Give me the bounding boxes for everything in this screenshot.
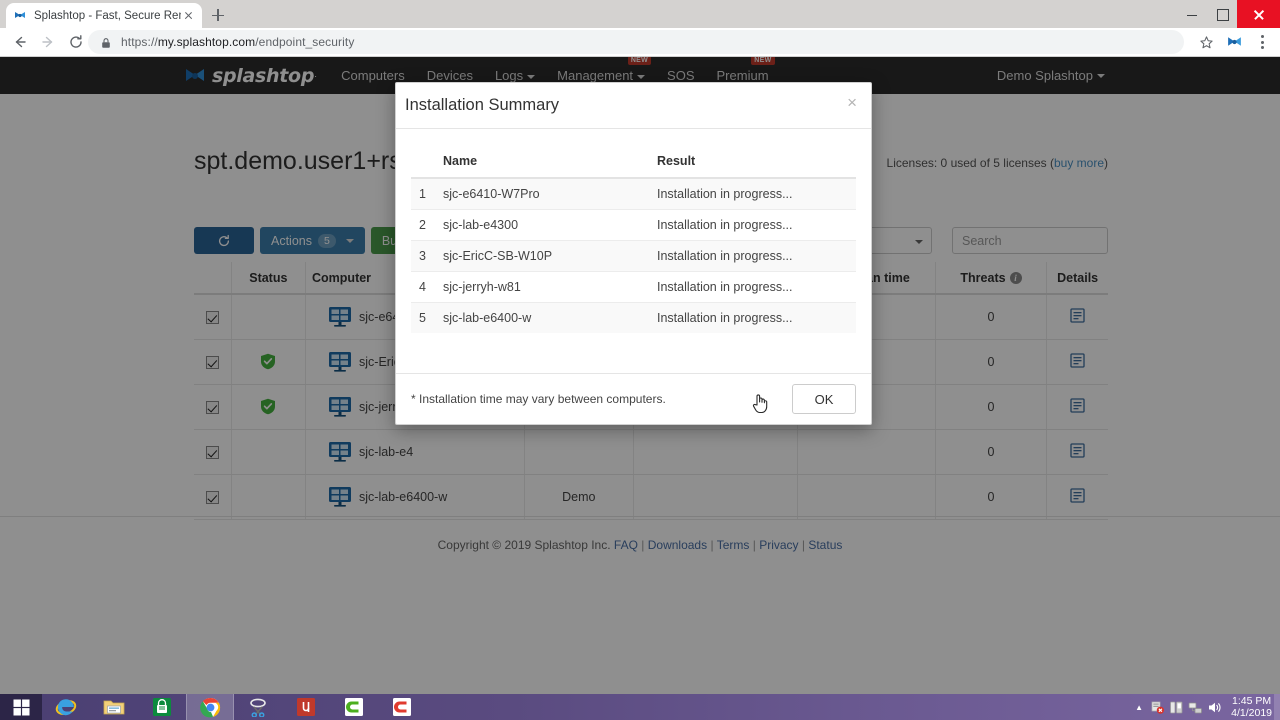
row-index: 4: [411, 272, 443, 303]
browser-window: Splashtop - Fast, Secure Remote https:: [0, 0, 1280, 720]
camtasia-green-icon[interactable]: [330, 694, 378, 720]
toolbar-right-icons: [1192, 28, 1276, 56]
row-result: Installation in progress...: [657, 241, 856, 272]
url-domain: my.splashtop.com: [158, 35, 255, 49]
clock-date: 4/1/2019: [1231, 707, 1272, 719]
row-result: Installation in progress...: [657, 303, 856, 334]
reload-icon[interactable]: [62, 28, 90, 56]
url-path: /endpoint_security: [255, 35, 354, 49]
internet-explorer-icon[interactable]: [42, 694, 90, 720]
browser-tab[interactable]: Splashtop - Fast, Secure Remote: [6, 3, 202, 28]
row-name: sjc-lab-e6400-w: [443, 303, 657, 334]
security-icon[interactable]: [1148, 694, 1167, 720]
minimize-button[interactable]: [1177, 0, 1207, 28]
browser-titlebar: Splashtop - Fast, Secure Remote: [0, 0, 1280, 28]
network-icon[interactable]: [1186, 694, 1205, 720]
ok-label: OK: [815, 392, 834, 407]
chrome-menu-icon[interactable]: [1248, 28, 1276, 56]
dialog-title: Installation Summary: [405, 96, 559, 115]
list-item: 4 sjc-jerryh-w81 Installation in progres…: [411, 272, 856, 303]
row-name: sjc-jerryh-w81: [443, 272, 657, 303]
volume-icon[interactable]: [1205, 694, 1224, 720]
tab-title: Splashtop - Fast, Secure Remote: [34, 9, 181, 23]
maximize-button[interactable]: [1207, 0, 1237, 28]
results-header-row: Name Result: [411, 145, 856, 178]
lock-icon: [100, 36, 112, 48]
mouse-cursor-pointer: [752, 392, 770, 414]
dialog-header: Installation Summary ×: [396, 83, 871, 129]
th-result: Result: [657, 145, 856, 178]
row-index: 2: [411, 210, 443, 241]
window-close-button[interactable]: [1237, 0, 1280, 28]
installation-note: * Installation time may vary between com…: [411, 392, 666, 406]
forward-icon[interactable]: [34, 28, 62, 56]
show-desktop-button[interactable]: [1274, 694, 1280, 720]
snipping-tool-icon[interactable]: [234, 694, 282, 720]
row-name: sjc-EricC-SB-W10P: [443, 241, 657, 272]
results-table-body: 1 sjc-e6410-W7Pro Installation in progre…: [411, 178, 856, 333]
taskbar-clock[interactable]: 1:45 PM 4/1/2019: [1231, 695, 1272, 719]
row-index: 5: [411, 303, 443, 334]
devices-icon[interactable]: [1167, 694, 1186, 720]
list-item: 5 sjc-lab-e6400-w Installation in progre…: [411, 303, 856, 334]
new-tab-button[interactable]: [208, 5, 228, 25]
list-item: 3 sjc-EricC-SB-W10P Installation in prog…: [411, 241, 856, 272]
url-protocol: https://: [121, 35, 158, 49]
th-index: [411, 145, 443, 178]
row-result: Installation in progress...: [657, 210, 856, 241]
system-tray: ▲: [1136, 694, 1280, 720]
list-item: 1 sjc-e6410-W7Pro Installation in progre…: [411, 178, 856, 210]
windows-taskbar: ▲: [0, 694, 1280, 720]
url-text: https://my.splashtop.com/endpoint_securi…: [121, 35, 354, 49]
camtasia-red-icon[interactable]: [378, 694, 426, 720]
store-icon[interactable]: [138, 694, 186, 720]
row-index: 1: [411, 178, 443, 210]
address-bar[interactable]: https://my.splashtop.com/endpoint_securi…: [88, 30, 1184, 54]
results-table-head: Name Result: [411, 145, 856, 178]
installation-results-table: Name Result 1 sjc-e6410-W7Pro Installati…: [411, 145, 856, 333]
ok-button[interactable]: OK: [792, 384, 856, 414]
row-name: sjc-e6410-W7Pro: [443, 178, 657, 210]
list-item: 2 sjc-lab-e4300 Installation in progress…: [411, 210, 856, 241]
show-hidden-icons[interactable]: ▲: [1136, 694, 1142, 720]
th-name: Name: [443, 145, 657, 178]
installation-summary-dialog: Installation Summary × Name Result 1 sjc…: [395, 82, 872, 425]
row-index: 3: [411, 241, 443, 272]
row-result: Installation in progress...: [657, 272, 856, 303]
close-icon[interactable]: [181, 8, 196, 23]
file-explorer-icon[interactable]: [90, 694, 138, 720]
splashtop-favicon: [12, 8, 28, 24]
windows-start-icon[interactable]: [0, 694, 42, 720]
row-result: Installation in progress...: [657, 178, 856, 210]
app-red-icon[interactable]: [282, 694, 330, 720]
bookmark-star-icon[interactable]: [1192, 28, 1220, 56]
window-controls: [1177, 0, 1280, 28]
back-icon[interactable]: [6, 28, 34, 56]
row-name: sjc-lab-e4300: [443, 210, 657, 241]
chrome-icon[interactable]: [186, 694, 234, 720]
clock-time: 1:45 PM: [1231, 695, 1272, 707]
dialog-body: Name Result 1 sjc-e6410-W7Pro Installati…: [396, 129, 871, 375]
close-icon[interactable]: ×: [847, 94, 857, 111]
dialog-footer: * Installation time may vary between com…: [396, 373, 871, 424]
splashtop-extension-icon[interactable]: [1220, 28, 1248, 56]
